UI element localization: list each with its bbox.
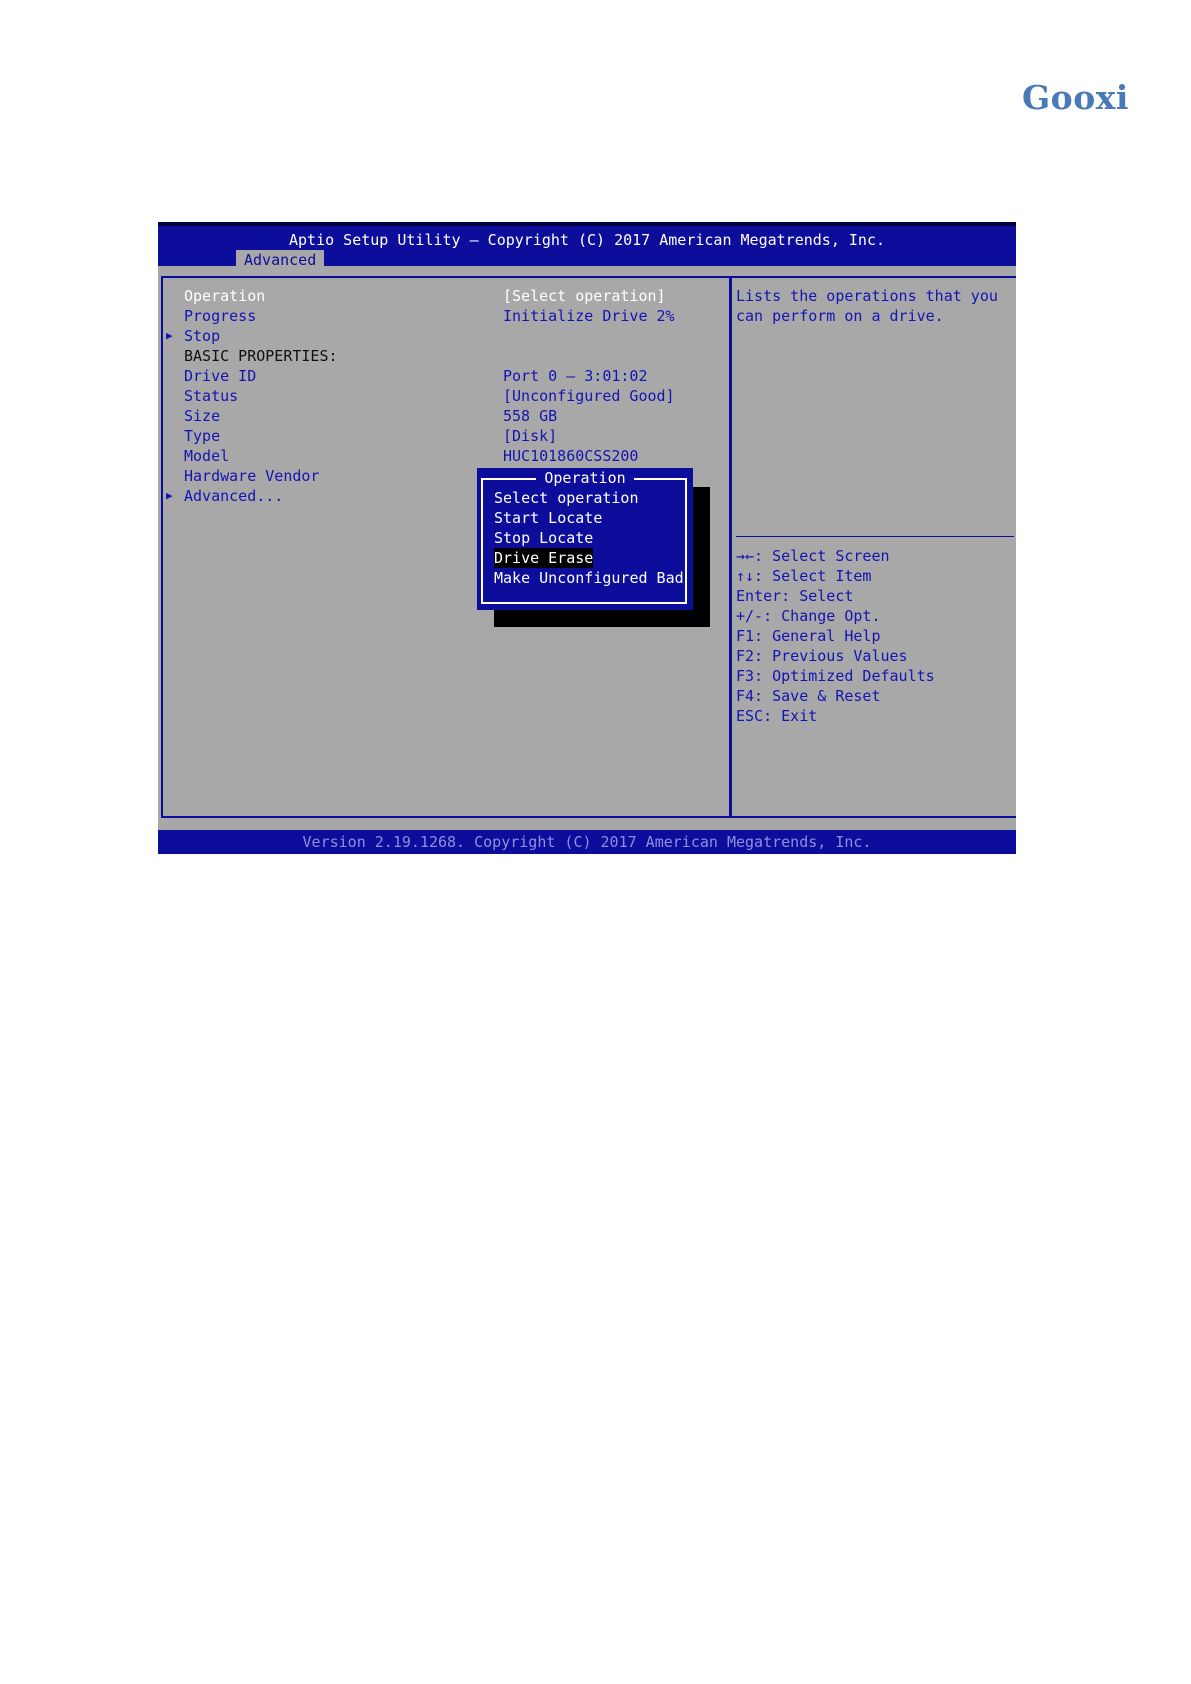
setting-progress-value: Initialize Drive 2% xyxy=(503,307,675,325)
key-hint-select-screen: →←: Select Screen xyxy=(736,547,890,565)
setting-operation-value[interactable]: [Select operation] xyxy=(503,286,666,306)
key-hint-esc: ESC: Exit xyxy=(736,707,818,725)
help-description-line: Lists the operations that you xyxy=(736,287,998,305)
setting-status-label: Status xyxy=(184,387,239,405)
key-hint-f4: F4: Save & Reset xyxy=(736,687,881,705)
popup-option-start-locate[interactable]: Start Locate xyxy=(494,508,602,528)
setting-hardware-vendor-label: Hardware Vendor xyxy=(184,467,320,485)
setting-drive-id-label: Drive ID xyxy=(184,367,257,385)
bios-screen: Aptio Setup Utility – Copyright (C) 2017… xyxy=(158,222,1016,854)
setting-status-value: [Unconfigured Good] xyxy=(503,387,675,405)
popup-option-select-operation[interactable]: Select operation xyxy=(494,488,639,508)
bios-title: Aptio Setup Utility – Copyright (C) 2017… xyxy=(288,231,886,249)
key-hint-f1: F1: General Help xyxy=(736,627,881,645)
setting-stop[interactable]: Stop xyxy=(184,326,220,346)
popup-title: Operation xyxy=(477,468,693,488)
popup-option-drive-erase[interactable]: Drive Erase xyxy=(494,548,594,568)
operation-popup: Operation Select operation Start Locate … xyxy=(477,468,693,610)
setting-advanced[interactable]: Advanced... xyxy=(184,486,283,506)
setting-size-value: 558 GB xyxy=(503,407,558,425)
setting-drive-id-value: Port 0 – 3:01:02 xyxy=(503,367,648,385)
key-hint-f2: F2: Previous Values xyxy=(736,647,908,665)
submenu-arrow-icon: ▶ xyxy=(166,329,173,342)
popup-option-stop-locate[interactable]: Stop Locate xyxy=(494,528,593,548)
bios-header: Aptio Setup Utility – Copyright (C) 2017… xyxy=(158,222,1016,270)
setting-operation-label[interactable]: Operation xyxy=(184,286,265,306)
submenu-arrow-icon: ▶ xyxy=(166,489,173,502)
setting-size-label: Size xyxy=(184,407,221,425)
key-hint-change-opt: +/-: Change Opt. xyxy=(736,607,881,625)
gooxi-logo: Gooxi xyxy=(1022,78,1129,117)
help-divider xyxy=(736,536,1014,537)
key-hint-f3: F3: Optimized Defaults xyxy=(736,667,935,685)
popup-option-make-unconfigured-bad[interactable]: Make Unconfigured Bad xyxy=(494,568,684,588)
key-hint-select-item: ↑↓: Select Item xyxy=(736,567,872,585)
section-basic-properties: BASIC PROPERTIES: xyxy=(184,347,338,365)
key-hint-enter: Enter: Select xyxy=(736,587,854,605)
bios-footer: Version 2.19.1268. Copyright (C) 2017 Am… xyxy=(158,830,1016,854)
setting-progress-label: Progress xyxy=(184,307,257,325)
setting-model-value: HUC101860CSS200 xyxy=(503,447,639,465)
setting-type-label: Type xyxy=(184,427,221,445)
setting-model-label: Model xyxy=(184,447,230,465)
help-description-line: can perform on a drive. xyxy=(736,307,944,325)
tab-advanced[interactable]: Advanced xyxy=(236,250,325,270)
setting-type-value: [Disk] xyxy=(503,427,558,445)
popup-title-text: Operation xyxy=(536,469,634,487)
